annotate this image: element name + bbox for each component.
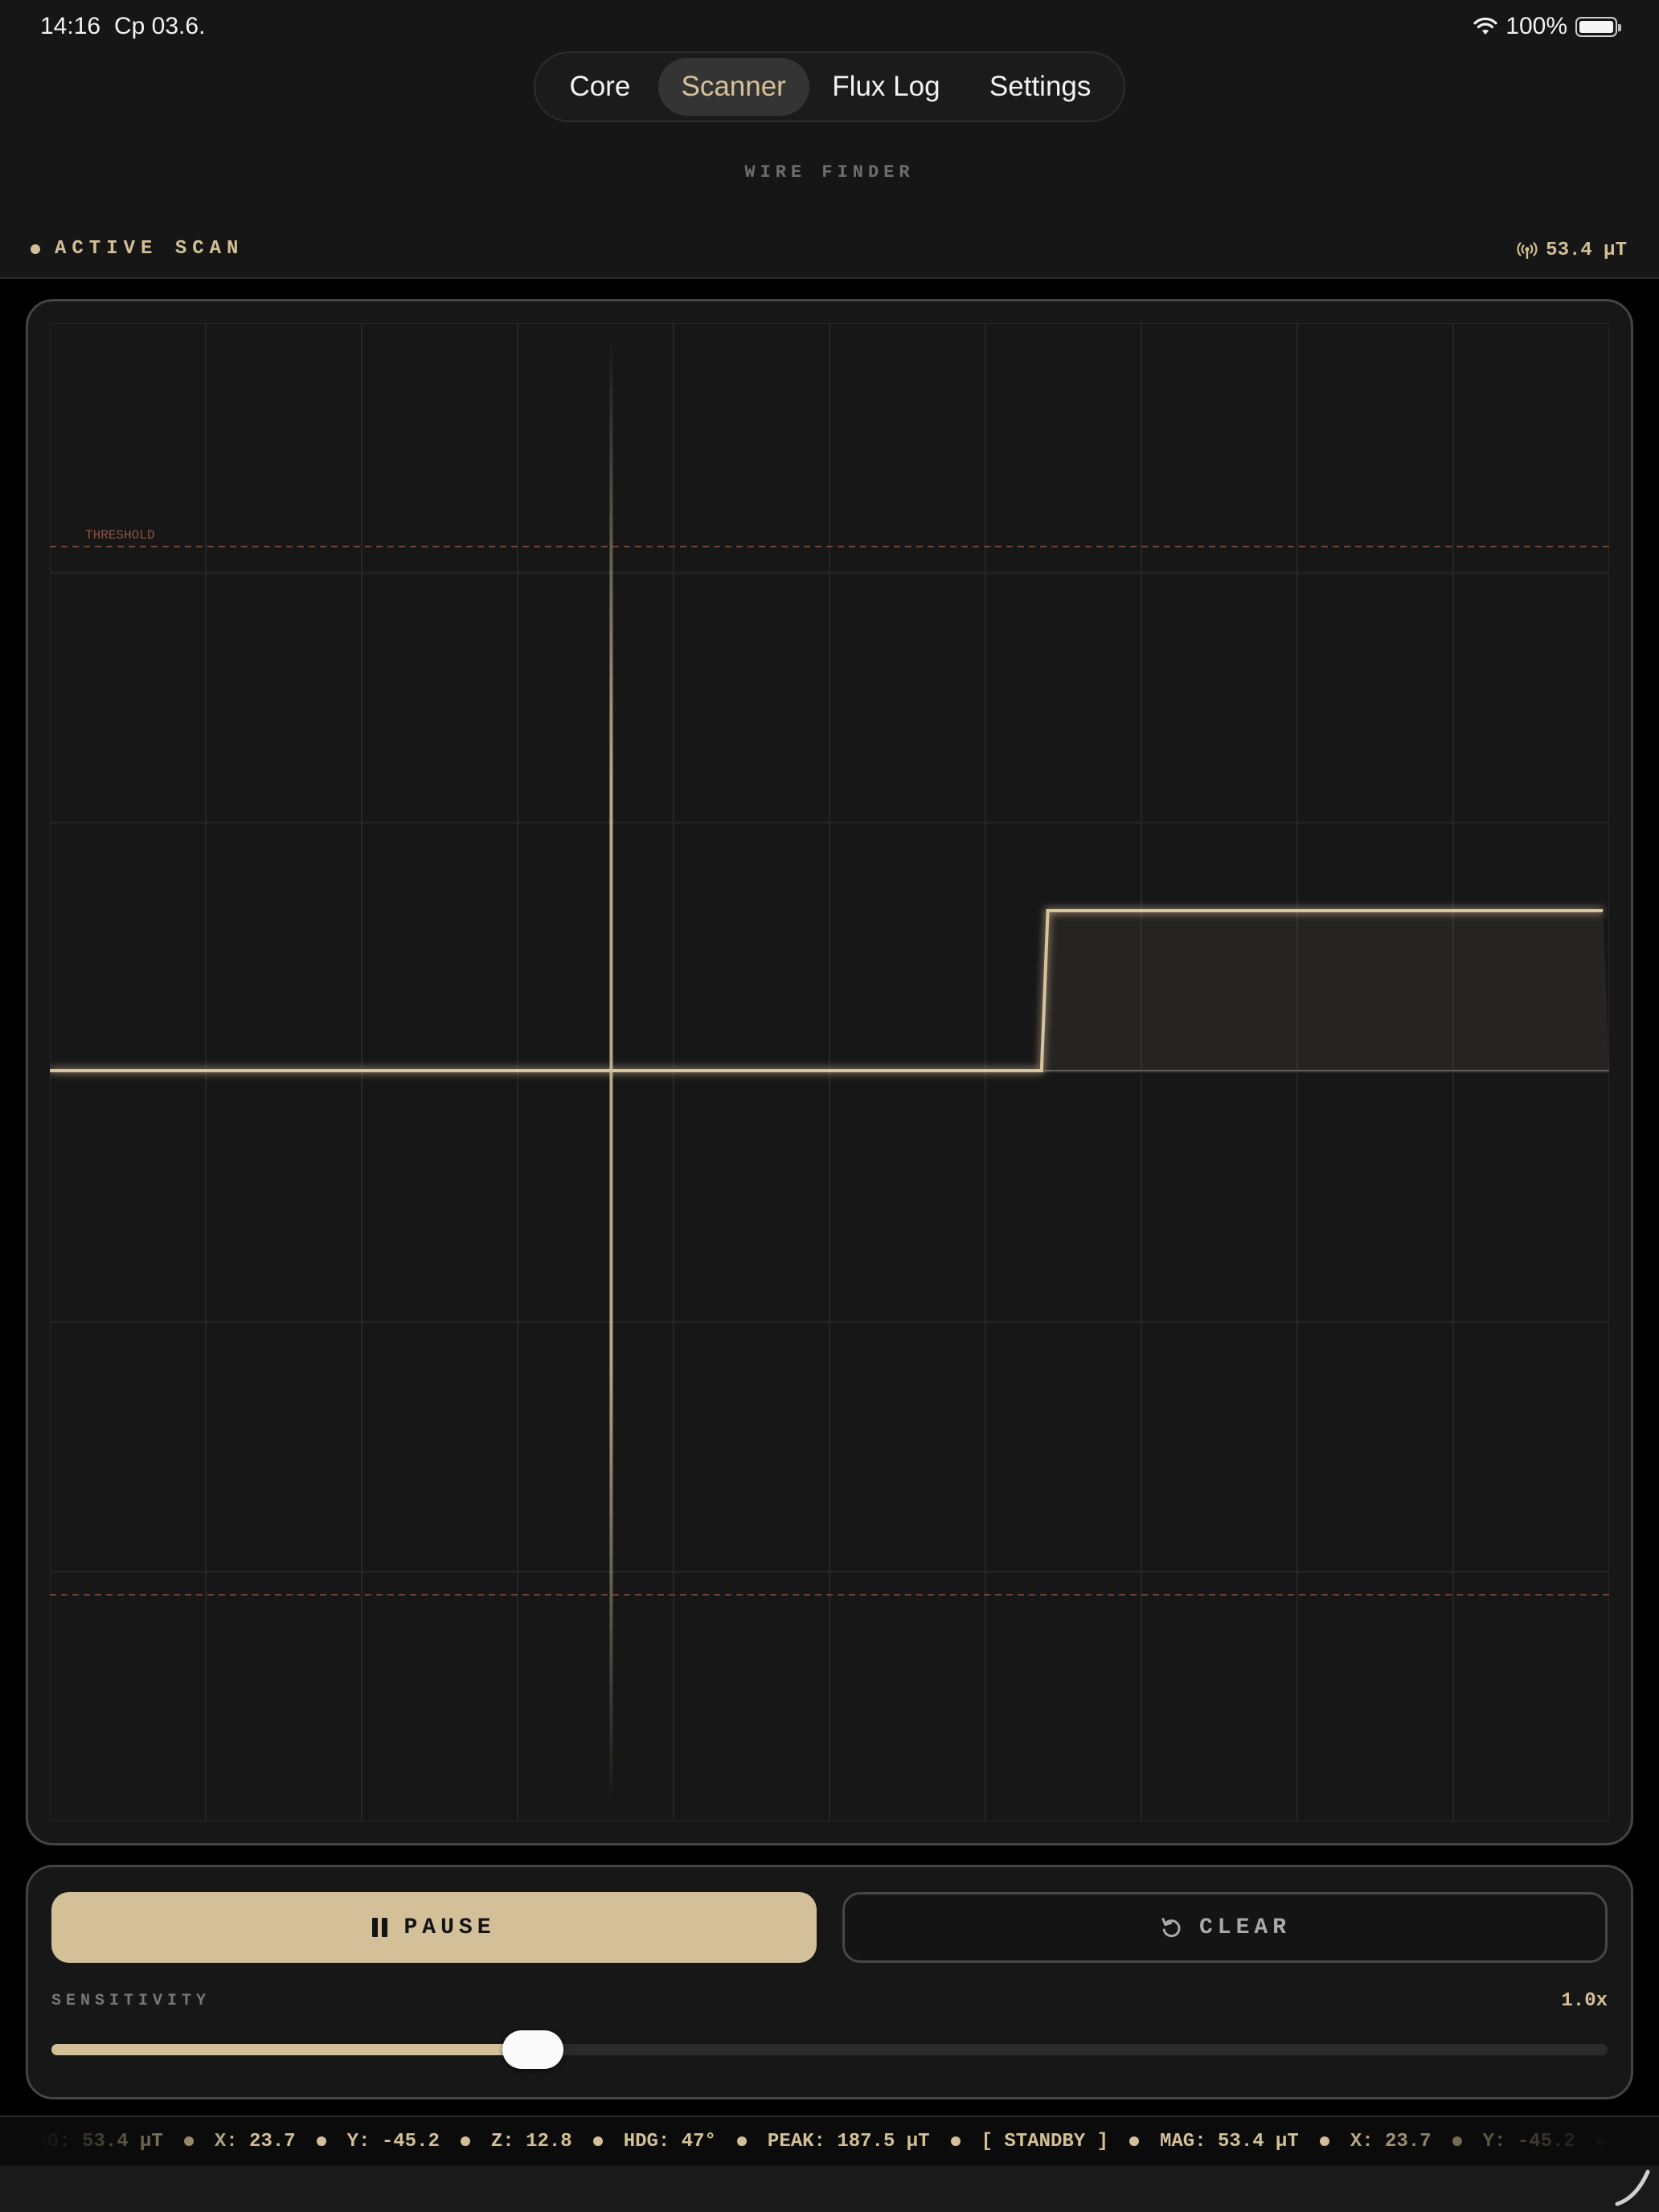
- status-dot-icon: [31, 244, 40, 254]
- ticker-fade-right: [1321, 2117, 1659, 2165]
- sensitivity-label: SENSITIVITY: [51, 1992, 211, 2010]
- tab-scanner[interactable]: Scanner: [657, 58, 809, 116]
- status-indicators: 100%: [1473, 11, 1621, 42]
- resize-handle-icon[interactable]: [1612, 2167, 1653, 2209]
- signal-area: [1041, 911, 1609, 1071]
- ticker-item: HDG: 47°: [623, 2130, 716, 2153]
- clear-button[interactable]: CLEAR: [842, 1892, 1608, 1963]
- magnitude-value: 53.4 µT: [1546, 240, 1627, 261]
- telemetry-ticker: MAG: 53.4 µTX: 23.7Y: -45.2Z: 12.8HDG: 4…: [0, 2116, 1659, 2165]
- status-date: Cp 03.6.: [114, 13, 206, 39]
- bottom-bar: [0, 2165, 1659, 2212]
- ticker-separator-icon: [592, 2136, 603, 2146]
- scan-status: ACTIVE SCAN: [31, 238, 244, 260]
- ticker-item: Y: -45.2: [346, 2130, 440, 2153]
- broadcast-signal-icon: [1517, 241, 1538, 259]
- ticker-separator-icon: [1129, 2136, 1139, 2146]
- ticker-fade-left: [0, 2117, 257, 2165]
- status-time: 14:16: [40, 13, 101, 39]
- page-subtitle: WIRE FINDER: [744, 162, 915, 182]
- ticker-item: PEAK: 187.5 µT: [767, 2130, 930, 2153]
- sensitivity-slider[interactable]: [51, 2030, 1608, 2069]
- wifi-icon: [1473, 17, 1497, 35]
- sensitivity-slider-fill: [51, 2044, 519, 2055]
- ticker-item: MAG: 53.4 µT: [1160, 2130, 1299, 2153]
- sensitivity-slider-thumb[interactable]: [502, 2030, 564, 2069]
- pause-icon: [372, 1918, 388, 1937]
- pause-button[interactable]: PAUSE: [51, 1892, 817, 1963]
- battery-percentage: 100%: [1505, 13, 1567, 39]
- reset-icon: [1161, 1918, 1181, 1938]
- ticker-separator-icon: [950, 2136, 961, 2146]
- sensitivity-value: 1.0x: [1561, 1990, 1608, 2012]
- battery-icon: [1575, 16, 1621, 37]
- oscilloscope-plot: THRESHOLD: [50, 323, 1609, 1821]
- scan-cursor-line[interactable]: [609, 338, 613, 1804]
- threshold-label: THRESHOLD: [85, 528, 154, 543]
- magnitude-readout: 53.4 µT: [1517, 240, 1627, 261]
- ticker-item: Z: 12.8: [490, 2130, 572, 2153]
- pause-button-label: PAUSE: [403, 1915, 496, 1940]
- tab-settings[interactable]: Settings: [963, 58, 1117, 116]
- tab-core[interactable]: Core: [542, 58, 658, 116]
- scan-status-label: ACTIVE SCAN: [55, 238, 244, 260]
- ticker-separator-icon: [316, 2136, 326, 2146]
- segmented-tab-bar: Core Scanner Flux Log Settings: [534, 51, 1125, 122]
- ticker-separator-icon: [736, 2136, 747, 2146]
- clear-button-label: CLEAR: [1198, 1915, 1291, 1940]
- ticker-item: [ STANDBY ]: [981, 2130, 1108, 2153]
- tab-flux-log[interactable]: Flux Log: [809, 58, 964, 116]
- ticker-separator-icon: [460, 2136, 470, 2146]
